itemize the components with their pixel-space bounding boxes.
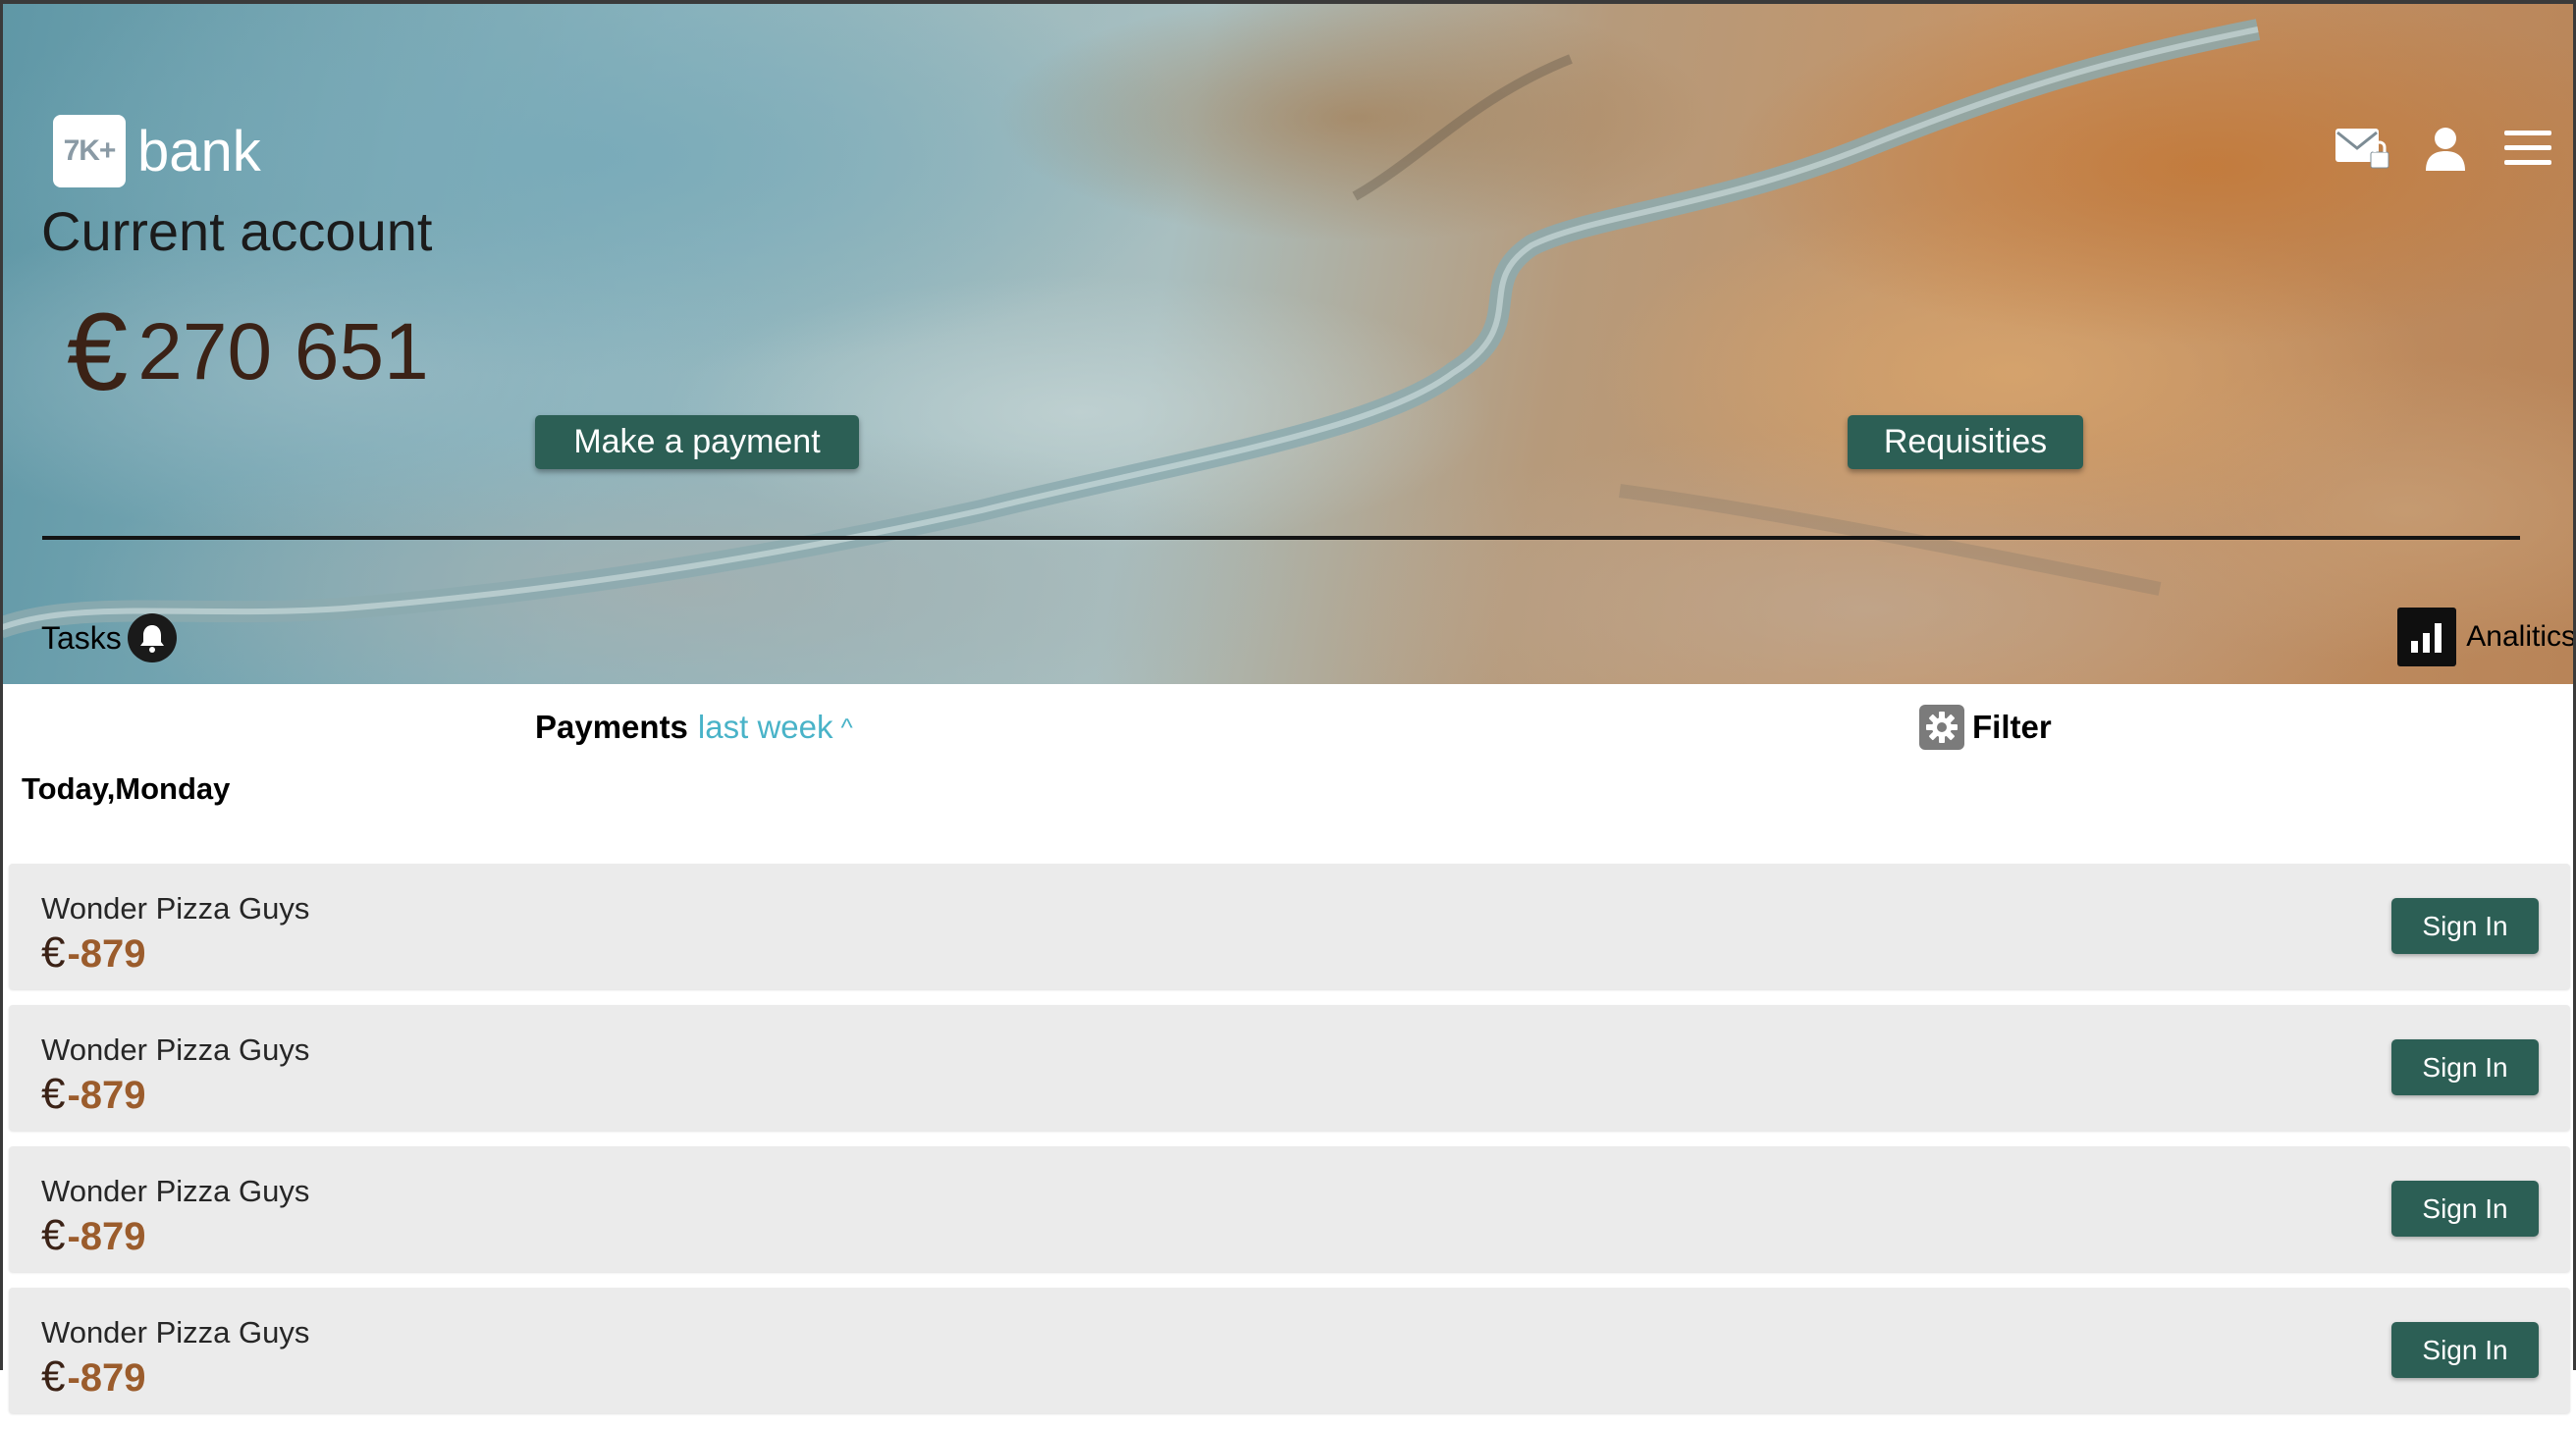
menu-icon[interactable] <box>2499 124 2556 173</box>
amount-value: -879 <box>67 932 146 976</box>
payment-row[interactable]: Wonder Pizza Guys € -879 Sign In <box>9 1005 2570 1131</box>
euro-currency-symbol: € <box>41 1352 66 1401</box>
euro-currency-symbol: € <box>41 1070 66 1118</box>
sign-in-button[interactable]: Sign In <box>2391 898 2539 954</box>
payments-list: Wonder Pizza Guys € -879 Sign In Wonder … <box>9 864 2570 1429</box>
window-top-border <box>0 0 2576 4</box>
period-selector[interactable]: last week <box>698 709 833 746</box>
tasks-link[interactable]: Tasks <box>41 613 177 662</box>
hero-banner: 7K+ bank Current account € 270 651 Make … <box>0 0 2576 684</box>
account-title: Current account <box>41 200 433 262</box>
hero-divider <box>42 536 2520 540</box>
filter-button[interactable]: Filter <box>1919 705 2052 750</box>
payment-amount: € -879 <box>41 1211 146 1260</box>
amount-value: -879 <box>67 1356 146 1400</box>
sign-in-button[interactable]: Sign In <box>2391 1039 2539 1095</box>
logo-badge: 7K+ <box>53 115 126 187</box>
caret-up-icon[interactable]: ^ <box>840 713 852 743</box>
gear-icon <box>1919 705 1964 750</box>
payments-heading: Payments last week ^ <box>535 709 853 746</box>
logo-text: bank <box>137 119 261 184</box>
account-balance: € 270 651 <box>67 297 429 407</box>
bar-chart-icon <box>2397 608 2457 666</box>
requisities-button[interactable]: Requisities <box>1848 415 2083 469</box>
payment-amount: € -879 <box>41 1352 146 1402</box>
brand-logo[interactable]: 7K+ bank <box>53 115 261 187</box>
tasks-label: Tasks <box>41 619 122 656</box>
payment-row[interactable]: Wonder Pizza Guys € -879 Sign In <box>9 1146 2570 1272</box>
window-left-border <box>0 0 3 1370</box>
merchant-name: Wonder Pizza Guys <box>41 1315 310 1350</box>
euro-currency-symbol: € <box>67 291 129 413</box>
bell-icon <box>127 613 177 662</box>
amount-value: -879 <box>67 1074 146 1117</box>
filter-label: Filter <box>1972 709 2052 745</box>
merchant-name: Wonder Pizza Guys <box>41 891 310 926</box>
payment-row[interactable]: Wonder Pizza Guys € -879 Sign In <box>9 864 2570 989</box>
payment-amount: € -879 <box>41 1070 146 1119</box>
euro-currency-symbol: € <box>41 928 66 977</box>
euro-currency-symbol: € <box>41 1211 66 1259</box>
sign-in-button[interactable]: Sign In <box>2391 1181 2539 1237</box>
make-payment-button[interactable]: Make a payment <box>535 415 859 469</box>
analitics-link[interactable]: Analitics <box>2397 608 2576 666</box>
payment-row[interactable]: Wonder Pizza Guys € -879 Sign In <box>9 1288 2570 1413</box>
mail-lock-icon[interactable] <box>2334 124 2391 173</box>
day-group-label: Today,Monday <box>22 771 231 806</box>
payments-label: Payments <box>535 709 688 745</box>
merchant-name: Wonder Pizza Guys <box>41 1174 310 1208</box>
amount-value: -879 <box>67 1215 146 1258</box>
merchant-name: Wonder Pizza Guys <box>41 1032 310 1067</box>
balance-amount: 270 651 <box>137 307 429 397</box>
analitics-label: Analitics <box>2466 620 2576 653</box>
payment-amount: € -879 <box>41 928 146 978</box>
sign-in-button[interactable]: Sign In <box>2391 1322 2539 1378</box>
user-icon[interactable] <box>2417 124 2474 173</box>
header-icons <box>2334 124 2556 173</box>
